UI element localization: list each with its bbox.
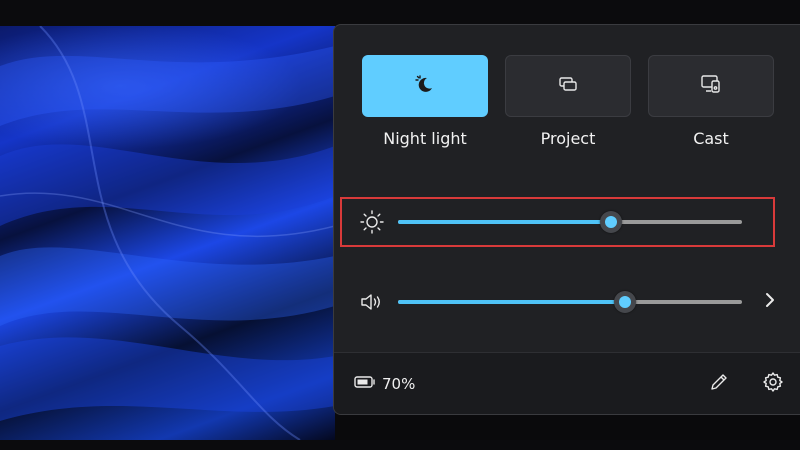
- volume-slider-fill: [398, 300, 626, 304]
- project-label: Project: [540, 129, 596, 148]
- brightness-slider-thumb[interactable]: [600, 211, 623, 233]
- quick-action-tiles: Night light Project Cast: [334, 25, 800, 175]
- battery-icon: [354, 375, 376, 393]
- volume-slider[interactable]: [398, 291, 742, 313]
- volume-icon[interactable]: [358, 288, 386, 316]
- project-icon: [556, 72, 580, 100]
- desktop-wallpaper: [0, 26, 335, 440]
- night-light-toggle[interactable]: [362, 55, 488, 117]
- brightness-row: [334, 197, 800, 247]
- quick-settings-footer: 70%: [334, 352, 800, 414]
- cast-label: Cast: [693, 129, 729, 148]
- brightness-icon: [358, 208, 386, 236]
- bottom-bar: [0, 440, 800, 450]
- cast-button[interactable]: [648, 55, 774, 117]
- night-light-label: Night light: [383, 129, 467, 148]
- night-light-icon: [413, 72, 437, 100]
- battery-status[interactable]: 70%: [354, 375, 415, 393]
- volume-output-chevron[interactable]: [760, 292, 780, 312]
- quick-settings-panel: Night light Project Cast 70%: [333, 24, 800, 415]
- edit-quick-settings-button[interactable]: [706, 371, 732, 397]
- gear-icon: [762, 371, 784, 397]
- chevron-right-icon: [763, 291, 777, 313]
- pencil-icon: [708, 371, 730, 397]
- volume-row: [334, 277, 800, 327]
- top-bar: [0, 0, 800, 26]
- volume-slider-thumb[interactable]: [614, 291, 637, 313]
- settings-button[interactable]: [760, 371, 786, 397]
- battery-percent: 70%: [382, 375, 416, 393]
- project-button[interactable]: [505, 55, 631, 117]
- brightness-slider-fill: [398, 220, 612, 224]
- cast-icon: [699, 72, 723, 100]
- brightness-slider[interactable]: [398, 211, 742, 233]
